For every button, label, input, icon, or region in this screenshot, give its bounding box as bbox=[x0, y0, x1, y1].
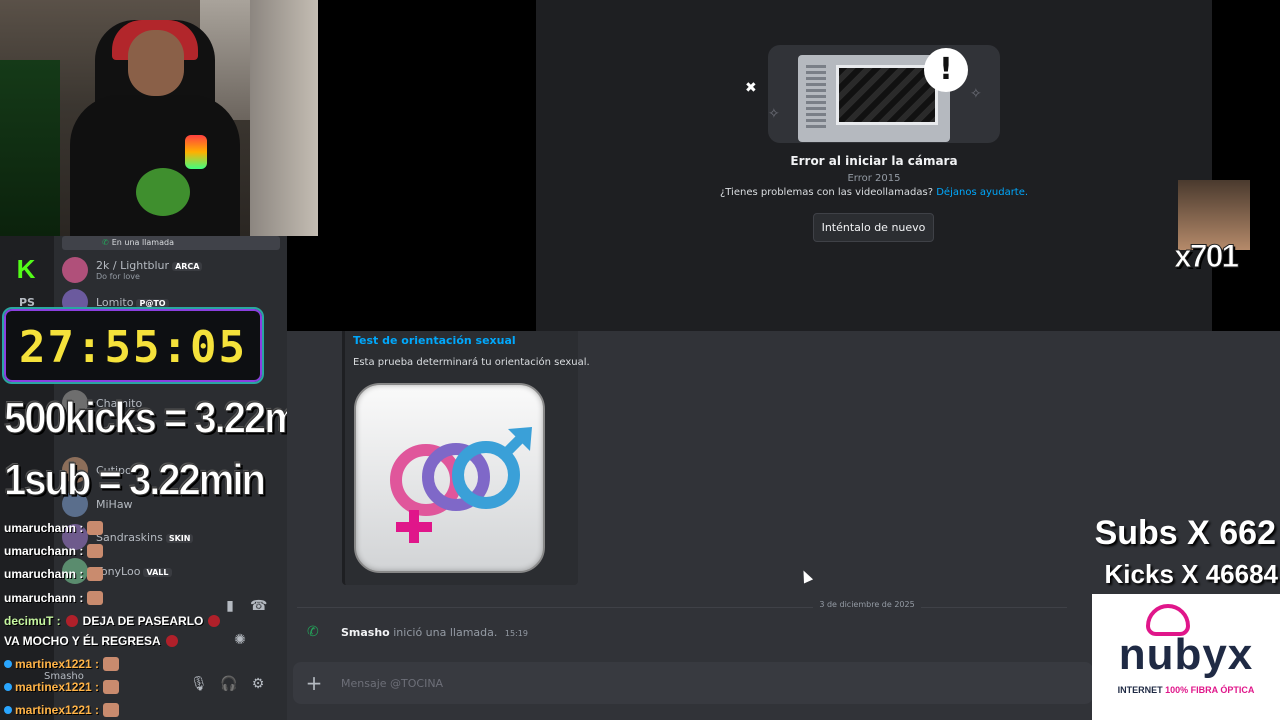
disconnect-icon[interactable]: ☎ bbox=[250, 598, 267, 614]
dm-tag: ARCA bbox=[172, 262, 203, 271]
help-link[interactable]: Déjanos ayudarte. bbox=[936, 187, 1028, 198]
chat-user: decimuT : bbox=[4, 614, 61, 628]
kick-logo[interactable]: K bbox=[11, 254, 41, 284]
emote-icon bbox=[103, 703, 120, 717]
call-system-message: Smasho inició una llamada. 15:19 bbox=[341, 626, 528, 639]
chat-user: umaruchann : bbox=[4, 521, 84, 535]
timer-value: 27:55:05 bbox=[19, 322, 247, 373]
webcam-rgb-lamp bbox=[185, 135, 207, 169]
gear-icon[interactable]: ⚙ bbox=[250, 676, 266, 692]
soundboard-icon[interactable]: ✺ bbox=[232, 632, 248, 648]
rose-icon bbox=[165, 635, 178, 647]
error-code: Error 2015 bbox=[847, 173, 901, 184]
webcam-shelf bbox=[250, 0, 318, 236]
call-status-row[interactable]: ✆ En una llamada bbox=[62, 236, 280, 250]
tv-grill bbox=[806, 65, 826, 131]
tv-static-screen bbox=[836, 65, 938, 125]
sponsor-tagline-a: INTERNET bbox=[1117, 685, 1166, 695]
emote-icon bbox=[87, 521, 104, 535]
promo-sub: 1sub = 3.22min bbox=[4, 455, 267, 505]
emote-icon bbox=[87, 544, 104, 558]
call-phone-icon: ✆ bbox=[307, 624, 319, 640]
message-input[interactable] bbox=[341, 672, 1041, 694]
call-status-text: En una llamada bbox=[111, 238, 174, 247]
chat-user: umaruchann : bbox=[4, 544, 84, 558]
chat-text: VA MOCHO Y ÉL REGRESA bbox=[4, 634, 161, 648]
phone-icon: ✆ bbox=[102, 238, 109, 247]
gender-symbols-icon bbox=[390, 427, 532, 543]
dm-name: 2k / Lightblur bbox=[96, 259, 170, 272]
chat-message: umaruchann : bbox=[4, 521, 104, 535]
chat-text: DEJA DE PASEARLO bbox=[82, 614, 204, 628]
chat-message: decimuT : DEJA DE PASEARLO bbox=[4, 614, 225, 628]
sponsor-tagline-b: 100% FIBRA ÓPTICA bbox=[1165, 685, 1255, 695]
rose-icon bbox=[65, 615, 78, 627]
chat-message: umaruchann : bbox=[4, 591, 104, 605]
embed-title[interactable]: Test de orientación sexual bbox=[353, 334, 516, 347]
date-text: 3 de diciembre de 2025 bbox=[813, 600, 921, 609]
dm-sub: Do for love bbox=[96, 272, 140, 281]
webcam-rgb-light bbox=[0, 60, 60, 236]
badge-icon bbox=[4, 660, 12, 668]
kicks-counter: Kicks X 46684 bbox=[1104, 559, 1278, 589]
dm-name: Sandraskins bbox=[96, 530, 163, 544]
sponsor-tagline: INTERNET 100% FIBRA ÓPTICA bbox=[1092, 685, 1280, 695]
subs-counter: Subs X 662 bbox=[1094, 514, 1276, 552]
retry-button[interactable]: Inténtalo de nuevo bbox=[813, 213, 934, 242]
sparkle-icon: ✧ bbox=[970, 86, 982, 102]
chat-user: martinex1221 : bbox=[15, 703, 100, 717]
stream-timer: 27:55:05 bbox=[2, 307, 264, 384]
error-title: Error al iniciar la cámara bbox=[790, 154, 958, 168]
call-text: inició una llamada. bbox=[393, 626, 498, 639]
mic-icon[interactable]: 🎙 bbox=[190, 676, 208, 692]
webcam-shirt-graphic bbox=[136, 168, 190, 216]
chat-message: martinex1221 : bbox=[4, 703, 120, 717]
meme-count: x701 bbox=[1173, 238, 1239, 275]
chat-message: umaruchann : bbox=[4, 544, 104, 558]
error-help-text: ¿Tienes problemas con las videollamadas? bbox=[719, 187, 934, 198]
emote-icon bbox=[87, 591, 104, 605]
emote-icon bbox=[87, 567, 104, 581]
sparkle-icon: ✖ bbox=[745, 80, 757, 96]
user-panel-label: Smasho bbox=[44, 670, 84, 682]
webcam-streamer-head bbox=[128, 30, 184, 96]
dm-tag: SKIN bbox=[165, 533, 194, 543]
sound-bars-icon[interactable]: ▮ bbox=[222, 598, 238, 614]
sparkle-icon: ✧ bbox=[768, 106, 780, 122]
dm-item[interactable]: 2k / Lightblur ARCA Do for love bbox=[62, 254, 280, 286]
headphones-icon[interactable]: 🎧 bbox=[220, 676, 237, 692]
error-help: ¿Tienes problemas con las videollamadas?… bbox=[700, 187, 1048, 198]
dm-tag: VALL bbox=[143, 567, 172, 577]
webcam-feed bbox=[0, 0, 318, 236]
chat-message: VA MOCHO Y ÉL REGRESA bbox=[4, 634, 183, 648]
chat-user: umaruchann : bbox=[4, 591, 84, 605]
chat-message: umaruchann : bbox=[4, 567, 104, 581]
embed-description: Esta prueba determinará tu orientación s… bbox=[353, 357, 590, 368]
chat-user: umaruchann : bbox=[4, 567, 84, 581]
call-time: 15:19 bbox=[504, 629, 528, 638]
avatar bbox=[62, 257, 88, 283]
meme-overlay: x701 bbox=[1173, 180, 1250, 275]
attach-plus-icon[interactable]: + bbox=[305, 672, 323, 694]
sponsor-name: nubyx bbox=[1118, 630, 1254, 679]
badge-icon bbox=[4, 706, 12, 714]
call-user[interactable]: Smasho bbox=[341, 626, 390, 639]
embed-image[interactable] bbox=[354, 383, 545, 573]
rose-icon bbox=[208, 615, 221, 627]
alert-icon: ! bbox=[924, 48, 968, 92]
promo-kicks: 500kicks = 3.22min bbox=[3, 393, 331, 443]
badge-icon bbox=[4, 683, 12, 691]
